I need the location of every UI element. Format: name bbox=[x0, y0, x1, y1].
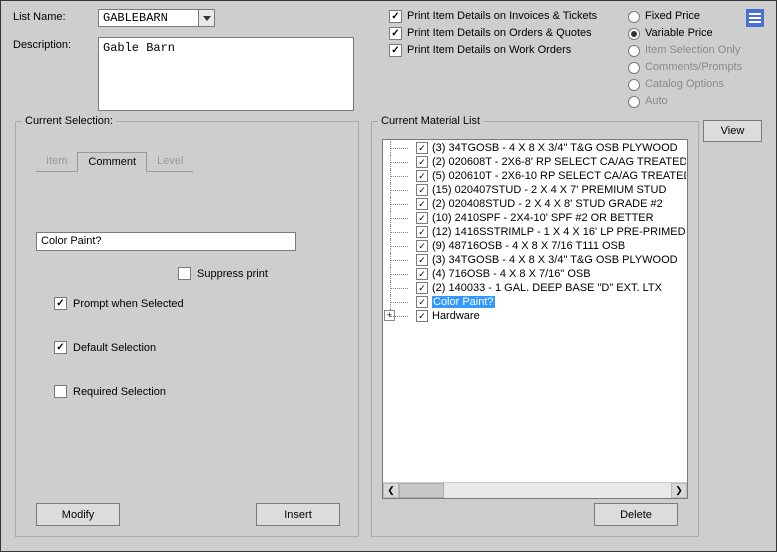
price-option-radio-3[interactable] bbox=[628, 62, 640, 74]
tree-item-label: (12) 1416SSTRIMLP - 1 X 4 X 16' LP PRE-P… bbox=[432, 226, 686, 238]
tree-row[interactable]: (10) 2410SPF - 2X4-10' SPF #2 OR BETTER bbox=[384, 211, 686, 225]
prompt-when-selected-checkbox[interactable] bbox=[54, 297, 67, 310]
insert-button[interactable]: Insert bbox=[256, 503, 340, 526]
tree-item-checkbox[interactable] bbox=[416, 240, 428, 252]
required-selection-checkbox[interactable] bbox=[54, 385, 67, 398]
list-name-label: List Name: bbox=[13, 11, 66, 23]
tree-row[interactable]: (2) 140033 - 1 GAL. DEEP BASE "D" EXT. L… bbox=[384, 281, 686, 295]
tree-row[interactable]: (4) 716OSB - 4 X 8 X 7/16" OSB bbox=[384, 267, 686, 281]
material-tree[interactable]: (3) 34TGOSB - 4 X 8 X 3/4" T&G OSB PLYWO… bbox=[382, 139, 688, 499]
tree-item-checkbox[interactable] bbox=[416, 310, 428, 322]
price-option-label-3: Comments/Prompts bbox=[645, 60, 742, 75]
tree-item-label: (9) 48716OSB - 4 X 8 X 7/16 T111 OSB bbox=[432, 240, 625, 252]
tree-item-checkbox[interactable] bbox=[416, 282, 428, 294]
tab-comment[interactable]: Comment bbox=[77, 152, 147, 172]
print-option-label-0: Print Item Details on Invoices & Tickets bbox=[407, 9, 597, 24]
tree-item-label: (2) 140033 - 1 GAL. DEEP BASE "D" EXT. L… bbox=[432, 282, 662, 294]
tree-row[interactable]: + Hardware bbox=[384, 309, 686, 323]
tree-item-checkbox[interactable] bbox=[416, 268, 428, 280]
tree-item-checkbox[interactable] bbox=[416, 184, 428, 196]
tab-level[interactable]: Level bbox=[147, 152, 193, 172]
tree-item-label: (2) 020608T - 2X6-8' RP SELECT CA/AG TRE… bbox=[432, 156, 686, 168]
price-option-label-5: Auto bbox=[645, 94, 668, 109]
print-option-label-1: Print Item Details on Orders & Quotes bbox=[407, 26, 592, 41]
horizontal-scrollbar[interactable]: ❮ ❯ bbox=[383, 482, 687, 498]
tree-item-label: (4) 716OSB - 4 X 8 X 7/16" OSB bbox=[432, 268, 591, 280]
scroll-left-icon[interactable]: ❮ bbox=[383, 483, 399, 498]
tree-item-label: Color Paint? bbox=[432, 296, 495, 308]
tree-item-label: (3) 34TGOSB - 4 X 8 X 3/4" T&G OSB PLYWO… bbox=[432, 142, 678, 154]
price-option-radio-5[interactable] bbox=[628, 96, 640, 108]
tree-row[interactable]: (5) 020610T - 2X6-10 RP SELECT CA/AG TRE… bbox=[384, 169, 686, 183]
tab-item[interactable]: Item bbox=[36, 152, 77, 172]
price-option-label-0: Fixed Price bbox=[645, 9, 700, 24]
tree-row[interactable]: (3) 34TGOSB - 4 X 8 X 3/4" T&G OSB PLYWO… bbox=[384, 141, 686, 155]
description-input[interactable]: Gable Barn bbox=[98, 37, 354, 111]
default-selection-label: Default Selection bbox=[73, 342, 156, 354]
tree-item-checkbox[interactable] bbox=[416, 156, 428, 168]
suppress-print-label: Suppress print bbox=[197, 268, 268, 280]
print-option-checkbox-1[interactable] bbox=[389, 27, 402, 40]
print-option-checkbox-0[interactable] bbox=[389, 10, 402, 23]
expand-icon[interactable]: + bbox=[384, 310, 395, 321]
print-option-label-2: Print Item Details on Work Orders bbox=[407, 43, 571, 58]
price-option-radio-4[interactable] bbox=[628, 79, 640, 91]
tree-row[interactable]: (2) 020608T - 2X6-8' RP SELECT CA/AG TRE… bbox=[384, 155, 686, 169]
required-selection-label: Required Selection bbox=[73, 386, 166, 398]
tree-row[interactable]: (12) 1416SSTRIMLP - 1 X 4 X 16' LP PRE-P… bbox=[384, 225, 686, 239]
tree-row[interactable]: (9) 48716OSB - 4 X 8 X 7/16 T111 OSB bbox=[384, 239, 686, 253]
current-selection-panel: Current Selection: Item Comment Level Co… bbox=[15, 121, 359, 537]
price-option-radio-2[interactable] bbox=[628, 45, 640, 57]
prompt-when-selected-label: Prompt when Selected bbox=[73, 298, 184, 310]
print-option-checkbox-2[interactable] bbox=[389, 44, 402, 57]
tree-item-checkbox[interactable] bbox=[416, 226, 428, 238]
price-option-radio-1[interactable] bbox=[628, 28, 640, 40]
modify-button[interactable]: Modify bbox=[36, 503, 120, 526]
list-name-combo[interactable]: GABLEBARN bbox=[98, 9, 215, 27]
description-label: Description: bbox=[13, 39, 71, 51]
tree-row[interactable]: Color Paint? bbox=[384, 295, 686, 309]
view-button[interactable]: View bbox=[703, 120, 762, 142]
tree-item-label: (15) 020407STUD - 2 X 4 X 7' PREMIUM STU… bbox=[432, 184, 666, 196]
tree-item-label: (3) 34TGOSB - 4 X 8 X 3/4" T&G OSB PLYWO… bbox=[432, 254, 678, 266]
tree-item-label: (2) 020408STUD - 2 X 4 X 8' STUD GRADE #… bbox=[432, 198, 663, 210]
current-material-list-title: Current Material List bbox=[378, 115, 483, 127]
tree-row[interactable]: (15) 020407STUD - 2 X 4 X 7' PREMIUM STU… bbox=[384, 183, 686, 197]
tree-row[interactable]: (2) 020408STUD - 2 X 4 X 8' STUD GRADE #… bbox=[384, 197, 686, 211]
tree-item-label: Hardware bbox=[432, 310, 480, 322]
tree-item-checkbox[interactable] bbox=[416, 254, 428, 266]
menu-icon[interactable] bbox=[746, 9, 764, 27]
current-material-list-panel: Current Material List (3) 34TGOSB - 4 X … bbox=[371, 121, 699, 537]
default-selection-checkbox[interactable] bbox=[54, 341, 67, 354]
delete-button[interactable]: Delete bbox=[594, 503, 678, 526]
tree-row[interactable]: (3) 34TGOSB - 4 X 8 X 3/4" T&G OSB PLYWO… bbox=[384, 253, 686, 267]
scroll-right-icon[interactable]: ❯ bbox=[671, 483, 687, 498]
list-name-value: GABLEBARN bbox=[103, 11, 168, 25]
tree-item-label: (5) 020610T - 2X6-10 RP SELECT CA/AG TRE… bbox=[432, 170, 686, 182]
tree-item-checkbox[interactable] bbox=[416, 142, 428, 154]
scroll-thumb[interactable] bbox=[399, 483, 444, 498]
tree-item-checkbox[interactable] bbox=[416, 212, 428, 224]
price-option-label-1: Variable Price bbox=[645, 26, 713, 41]
tree-item-checkbox[interactable] bbox=[416, 198, 428, 210]
price-option-label-2: Item Selection Only bbox=[645, 43, 740, 58]
suppress-print-checkbox[interactable] bbox=[178, 267, 191, 280]
tree-item-checkbox[interactable] bbox=[416, 170, 428, 182]
tree-item-checkbox[interactable] bbox=[416, 296, 428, 308]
tree-item-label: (10) 2410SPF - 2X4-10' SPF #2 OR BETTER bbox=[432, 212, 654, 224]
price-option-radio-0[interactable] bbox=[628, 11, 640, 23]
chevron-down-icon[interactable] bbox=[198, 10, 214, 26]
price-option-label-4: Catalog Options bbox=[645, 77, 724, 92]
current-selection-title: Current Selection: bbox=[22, 115, 116, 127]
comment-input[interactable]: Color Paint? bbox=[36, 232, 296, 251]
